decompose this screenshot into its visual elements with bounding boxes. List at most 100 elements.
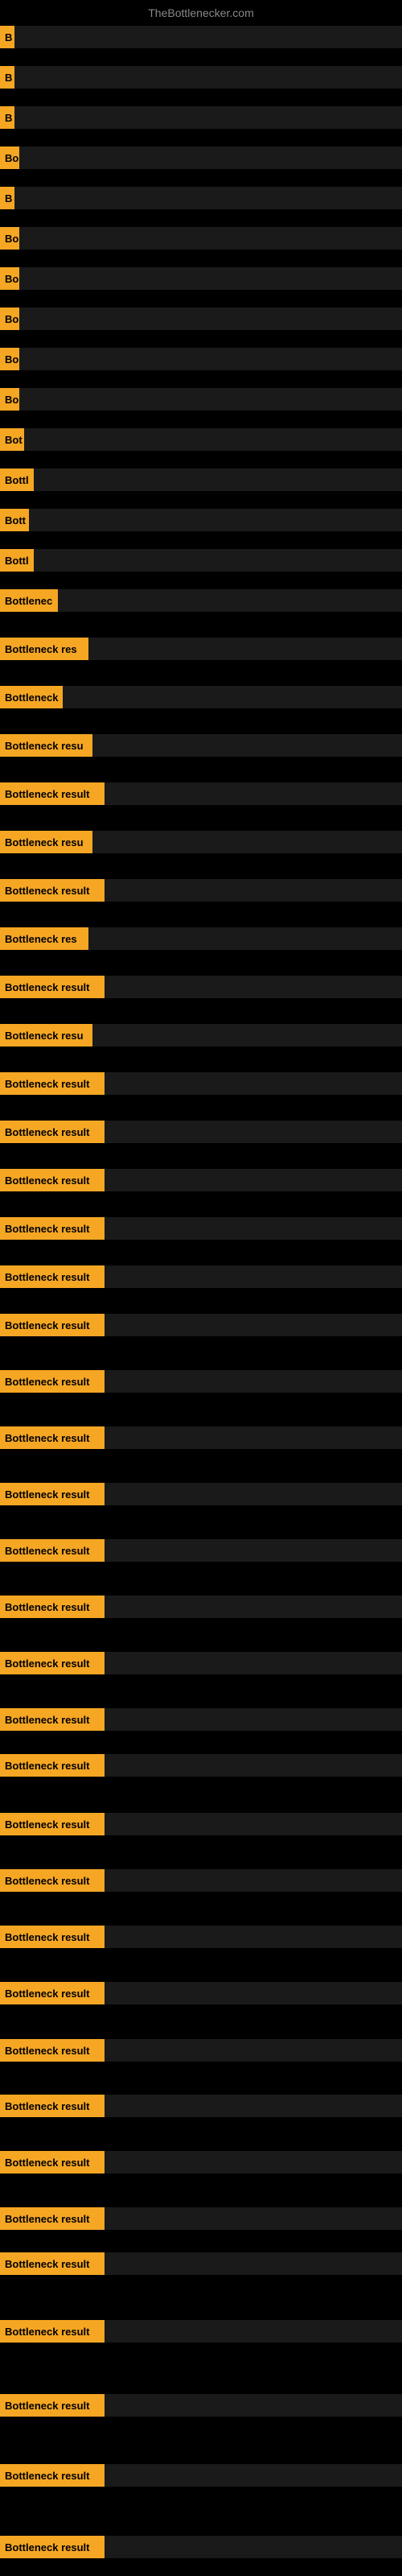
bottleneck-bar (19, 267, 402, 290)
bottleneck-bar (88, 638, 402, 660)
list-item: Bottleneck result (0, 1312, 402, 1338)
bottleneck-label: Bottleneck result (0, 1926, 105, 1948)
bottleneck-label: Bottleneck result (0, 1708, 105, 1731)
bottleneck-label: Bottleneck resu (0, 1024, 92, 1046)
bottleneck-label: Bottleneck result (0, 1652, 105, 1674)
site-title: TheBottlenecker.com (148, 6, 254, 19)
list-item: Bottleneck result (0, 1264, 402, 1290)
bottleneck-label: Bottleneck result (0, 1982, 105, 2004)
list-item: Bo (0, 386, 402, 412)
list-item: Bottleneck result (0, 2251, 402, 2277)
bottleneck-label: Bott (0, 509, 29, 531)
bottleneck-bar (19, 147, 402, 169)
bottleneck-bar (24, 428, 402, 451)
bottleneck-bar (19, 308, 402, 330)
bottleneck-bar (105, 2151, 402, 2174)
bottleneck-bar (105, 976, 402, 998)
list-item: Bottleneck result (0, 1594, 402, 1620)
bottleneck-label: Bottleneck result (0, 2095, 105, 2117)
bottleneck-bar (29, 509, 402, 531)
bottleneck-bar (63, 686, 402, 708)
bottleneck-label: Bo (0, 348, 19, 370)
bottleneck-label: Bottleneck (0, 686, 63, 708)
bottleneck-label: Bottleneck result (0, 1426, 105, 1449)
bottleneck-bar (34, 549, 402, 572)
bottleneck-label: Bottl (0, 549, 34, 572)
bottleneck-bar (14, 66, 402, 89)
list-item: Bottleneck result (0, 2534, 402, 2560)
list-item: Bottleneck result (0, 1650, 402, 1676)
bottleneck-bar (19, 227, 402, 250)
list-item: Bottleneck result (0, 1071, 402, 1096)
list-item: Bottl (0, 467, 402, 493)
list-item: Bottleneck result (0, 1752, 402, 1778)
list-item: Bottl (0, 547, 402, 573)
list-item: Bottleneck result (0, 2462, 402, 2488)
list-item: B (0, 105, 402, 130)
list-item: Bottleneck result (0, 1481, 402, 1507)
bottleneck-bar (92, 1024, 402, 1046)
list-item: Bottleneck resu (0, 733, 402, 758)
list-item: B (0, 24, 402, 50)
list-item: Bottleneck result (0, 1811, 402, 1837)
bottleneck-label: Bottleneck result (0, 2394, 105, 2417)
list-item: Bottleneck result (0, 1868, 402, 1893)
bottleneck-bar (105, 1265, 402, 1288)
bottleneck-bar (105, 879, 402, 902)
list-item: Bottleneck result (0, 2318, 402, 2344)
list-item: Bottlenec (0, 588, 402, 613)
bottleneck-label: Bottleneck result (0, 1121, 105, 1143)
bottleneck-label: Bottleneck result (0, 1813, 105, 1835)
bottleneck-label: Bottleneck result (0, 1072, 105, 1095)
bottleneck-label: Bottleneck result (0, 2320, 105, 2343)
list-item: Bottleneck result (0, 781, 402, 807)
bottleneck-label: Bottleneck result (0, 976, 105, 998)
bottleneck-bar (105, 1982, 402, 2004)
bottleneck-bar (105, 1869, 402, 1892)
list-item: Bottleneck result (0, 2093, 402, 2119)
bottleneck-bar (105, 1072, 402, 1095)
bottleneck-bar (105, 1596, 402, 1618)
list-item: Bottleneck resu (0, 1022, 402, 1048)
bottleneck-bar (14, 106, 402, 129)
bottleneck-bar (105, 1169, 402, 1191)
list-item: Bottleneck result (0, 1924, 402, 1950)
list-item: B (0, 64, 402, 90)
bottleneck-label: Bot (0, 428, 24, 451)
list-item: Bottleneck result (0, 1425, 402, 1451)
bottleneck-bar (105, 1652, 402, 1674)
bottleneck-label: Bottleneck result (0, 1869, 105, 1892)
bottleneck-label: Bottleneck result (0, 1370, 105, 1393)
list-item: Bottleneck res (0, 636, 402, 662)
bottleneck-bar (105, 2252, 402, 2275)
bottleneck-bar (105, 2394, 402, 2417)
bottleneck-bar (105, 2320, 402, 2343)
list-item: Bottleneck resu (0, 829, 402, 855)
bottleneck-label: B (0, 66, 14, 89)
bottleneck-label: Bottleneck result (0, 1265, 105, 1288)
bottleneck-label: Bottleneck result (0, 2039, 105, 2062)
bottleneck-bar (88, 927, 402, 950)
list-item: Bo (0, 266, 402, 291)
bottleneck-label: Bottleneck res (0, 927, 88, 950)
bottleneck-bar (19, 348, 402, 370)
bottleneck-bar (105, 1926, 402, 1948)
list-item: Bo (0, 225, 402, 251)
bottleneck-label: Bottleneck resu (0, 831, 92, 853)
bottleneck-bar (105, 1426, 402, 1449)
bottleneck-bar (105, 1754, 402, 1777)
bottleneck-label: Bottleneck result (0, 1539, 105, 1562)
bottleneck-label: Bottl (0, 469, 34, 491)
bottleneck-label: Bottleneck result (0, 1169, 105, 1191)
list-item: B (0, 185, 402, 211)
bottleneck-bar (105, 1370, 402, 1393)
bottleneck-bar (105, 2095, 402, 2117)
list-item: Bottleneck res (0, 926, 402, 952)
bottleneck-bar (92, 734, 402, 757)
list-item: Bott (0, 507, 402, 533)
list-item: Bottleneck result (0, 974, 402, 1000)
bottleneck-bar (105, 2536, 402, 2558)
bottleneck-label: Bottleneck result (0, 1754, 105, 1777)
bottleneck-bar (105, 2207, 402, 2230)
bottleneck-bar (14, 26, 402, 48)
